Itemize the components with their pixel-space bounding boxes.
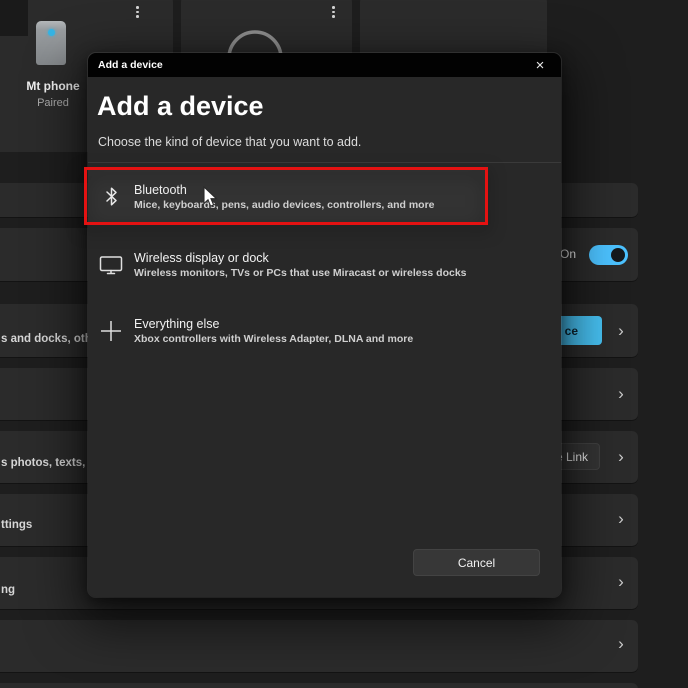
toggle-knob [611, 248, 625, 262]
bluetooth-toggle-label: On [560, 247, 577, 261]
settings-row[interactable] [0, 620, 638, 672]
option-title: Everything else [134, 316, 220, 331]
row-text-fragment: ttings [1, 519, 33, 531]
device-kind-list [88, 162, 561, 163]
chevron-right-icon[interactable]: › [612, 322, 630, 339]
chevron-right-icon[interactable]: › [612, 448, 630, 465]
phone-device-icon [36, 21, 66, 65]
option-description: Xbox controllers with Wireless Adapter, … [134, 332, 414, 345]
monitor-icon [88, 255, 134, 275]
plus-icon [88, 319, 134, 343]
chevron-right-icon[interactable]: › [612, 510, 630, 527]
dialog-titlebar-title: Add a device [98, 59, 163, 71]
option-title: Bluetooth [134, 182, 187, 197]
option-wireless-display[interactable]: Wireless display or dock Wireless monito… [88, 238, 561, 292]
chevron-right-icon[interactable]: › [612, 635, 630, 652]
settings-row[interactable] [0, 683, 638, 688]
option-description: Wireless monitors, TVs or PCs that use M… [134, 267, 467, 279]
cancel-button[interactable]: Cancel [413, 549, 540, 576]
chevron-right-icon[interactable]: › [612, 385, 630, 402]
more-options-icon[interactable] [133, 3, 142, 21]
bluetooth-icon [88, 187, 134, 206]
bluetooth-settings-page: Mt phone Paired s and docks, other s pho… [0, 0, 688, 688]
dialog-titlebar: Add a device × [88, 53, 561, 77]
row-text-fragment: ng [1, 584, 16, 596]
device-name: Mt phone [26, 79, 80, 93]
option-bluetooth[interactable]: Bluetooth Mice, keyboards, pens, audio d… [88, 168, 488, 225]
close-icon[interactable]: × [527, 53, 553, 77]
dialog-subtitle: Choose the kind of device that you want … [98, 135, 362, 149]
add-a-device-dialog: Add a device × Add a device Choose the k… [87, 52, 562, 598]
option-description: Mice, keyboards, pens, audio devices, co… [134, 198, 435, 211]
option-everything-else[interactable]: Everything else Xbox controllers with Wi… [88, 304, 561, 357]
dialog-heading: Add a device [97, 91, 264, 121]
page-corner-decoration [0, 0, 28, 36]
option-title: Wireless display or dock [134, 251, 269, 265]
bluetooth-toggle-switch[interactable] [589, 245, 628, 265]
more-options-icon[interactable] [329, 3, 338, 21]
chevron-right-icon[interactable]: › [612, 573, 630, 590]
device-status: Paired [37, 97, 69, 109]
